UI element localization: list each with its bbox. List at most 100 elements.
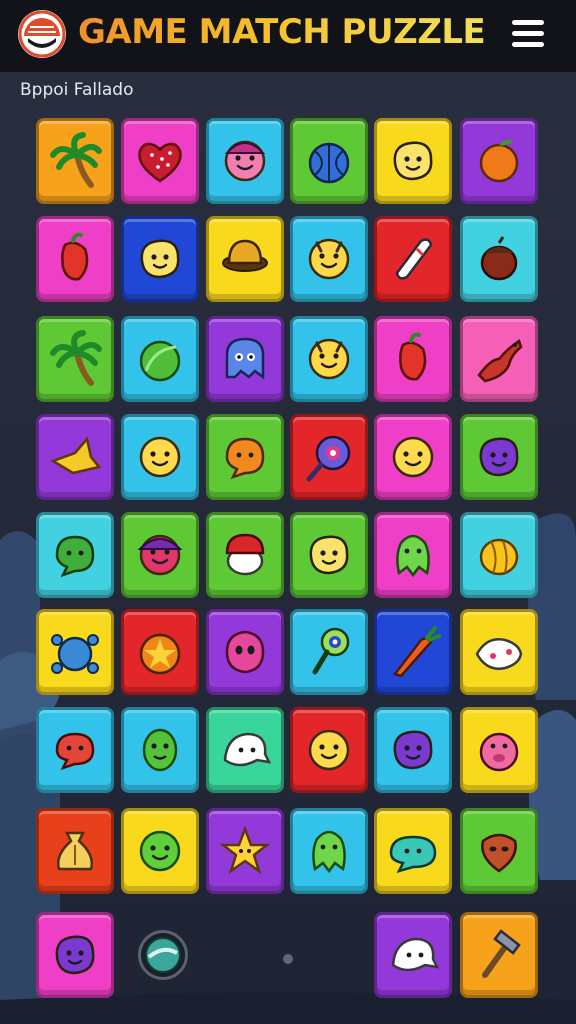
orange-fruit-icon: [479, 139, 519, 183]
game-tile[interactable]: [121, 118, 199, 204]
game-tile[interactable]: [36, 118, 114, 204]
game-tile[interactable]: [121, 707, 199, 793]
game-tile[interactable]: [460, 414, 538, 500]
smiley-blob-icon: [140, 239, 180, 279]
game-tile[interactable]: [374, 414, 452, 500]
blue-ghost-icon: [225, 337, 265, 380]
game-tile[interactable]: [36, 912, 114, 998]
yellow-critter-icon: [308, 338, 350, 380]
brown-mask-icon: [481, 833, 517, 873]
yellow-shell-icon: [479, 538, 519, 576]
acorn-icon: [480, 236, 518, 281]
green-ghost-icon: [396, 534, 430, 578]
game-tile[interactable]: [206, 118, 284, 204]
game-tile[interactable]: [290, 512, 368, 598]
game-tile[interactable]: [206, 216, 284, 302]
game-tile[interactable]: [290, 609, 368, 695]
game-tile[interactable]: [374, 609, 452, 695]
yellow-bag-icon: [57, 831, 93, 871]
game-tile[interactable]: [121, 609, 199, 695]
game-tile[interactable]: [460, 912, 538, 998]
game-tile[interactable]: [36, 316, 114, 402]
marble-coin-icon[interactable]: [138, 930, 188, 980]
pink-alien-icon: [225, 630, 265, 674]
game-tile[interactable]: [290, 216, 368, 302]
palm-tree-icon: [50, 330, 102, 386]
game-tile[interactable]: [374, 912, 452, 998]
page-dot-icon: [283, 954, 293, 964]
smiley-blob-icon: [309, 535, 349, 575]
green-face-icon: [139, 830, 181, 872]
green-bubble-icon: [55, 535, 95, 578]
eye-lollipop-icon: [312, 627, 350, 675]
pink-hat-face-icon: [224, 140, 266, 182]
game-tile[interactable]: [36, 216, 114, 302]
game-tile[interactable]: [290, 414, 368, 500]
game-tile[interactable]: [290, 118, 368, 204]
red-lizard-icon: [477, 339, 523, 383]
red-cap-mushroom-icon: [225, 533, 265, 576]
top-bar: GAME MATCH PUZZLE: [0, 0, 576, 72]
green-ball-icon: [139, 340, 181, 382]
game-tile[interactable]: [290, 808, 368, 894]
game-tile[interactable]: [460, 707, 538, 793]
bowling-pin-icon: [395, 238, 433, 280]
game-tile[interactable]: [460, 512, 538, 598]
game-tile[interactable]: [206, 316, 284, 402]
yellow-face-icon: [308, 729, 350, 771]
yellow-face-icon: [392, 436, 434, 478]
game-tile[interactable]: [374, 216, 452, 302]
game-tile[interactable]: [374, 808, 452, 894]
yellow-star-icon: [219, 825, 271, 875]
orange-bubble-icon: [225, 437, 265, 480]
game-tile[interactable]: [206, 707, 284, 793]
game-tile[interactable]: [374, 707, 452, 793]
game-tile[interactable]: [206, 609, 284, 695]
game-tile[interactable]: [206, 414, 284, 500]
game-tile[interactable]: [374, 316, 452, 402]
game-title: GAME MATCH PUZZLE: [78, 12, 486, 52]
hammer-icon: [482, 929, 521, 978]
game-tile[interactable]: [460, 609, 538, 695]
carrot-icon: [392, 626, 441, 678]
game-tile[interactable]: [36, 609, 114, 695]
yellow-face-icon: [139, 436, 181, 478]
game-tile[interactable]: [290, 316, 368, 402]
smiley-blob-icon: [393, 141, 433, 181]
game-tile[interactable]: [36, 512, 114, 598]
game-tile[interactable]: [36, 414, 114, 500]
game-tile[interactable]: [121, 512, 199, 598]
red-pepper-icon: [399, 332, 427, 381]
game-tile[interactable]: [36, 707, 114, 793]
game-tile[interactable]: [121, 414, 199, 500]
blue-crab-icon: [51, 634, 99, 674]
game-tile[interactable]: [374, 118, 452, 204]
game-tile[interactable]: [374, 512, 452, 598]
strawberry-heart-icon: [138, 142, 182, 183]
game-tile[interactable]: [121, 808, 199, 894]
game-tile[interactable]: [206, 512, 284, 598]
palm-tree-icon: [50, 132, 102, 188]
game-tile[interactable]: [290, 707, 368, 793]
game-tile[interactable]: [460, 808, 538, 894]
white-ghost-icon: [223, 732, 272, 767]
hamburger-menu-icon[interactable]: [504, 14, 552, 54]
game-tile[interactable]: [460, 216, 538, 302]
teal-bubble-icon: [389, 835, 437, 873]
game-tile[interactable]: [121, 216, 199, 302]
white-ghost-icon: [391, 937, 440, 972]
red-pepper-icon: [61, 232, 89, 281]
green-ghost-icon: [312, 830, 346, 874]
pink-pig-icon: [479, 732, 519, 772]
yellow-critter-icon: [308, 238, 350, 280]
game-tile[interactable]: [121, 316, 199, 402]
game-logo-icon[interactable]: [18, 10, 66, 58]
orange-star-ball-icon: [139, 633, 181, 675]
game-tile[interactable]: [206, 808, 284, 894]
brown-hat-icon: [222, 239, 268, 272]
game-tile[interactable]: [460, 316, 538, 402]
yellow-star-shard-icon: [50, 436, 102, 475]
game-tile[interactable]: [460, 118, 538, 204]
game-tile[interactable]: [36, 808, 114, 894]
blue-berry-icon: [308, 142, 350, 184]
